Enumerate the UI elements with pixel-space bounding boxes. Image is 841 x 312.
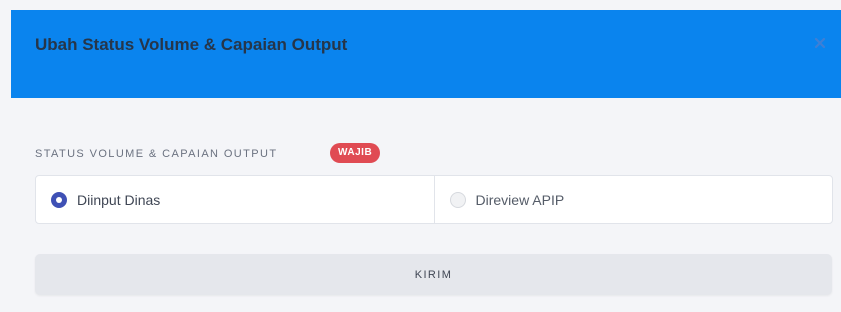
modal-dialog: Ubah Status Volume & Capaian Output STAT… xyxy=(11,10,841,312)
radio-checked-icon[interactable] xyxy=(51,191,67,208)
modal-body: STATUS VOLUME & CAPAIAN OUTPUT WAJIB Dii… xyxy=(11,98,841,312)
modal-header: Ubah Status Volume & Capaian Output xyxy=(11,10,841,98)
radio-option-diinput-dinas[interactable]: Diinput Dinas xyxy=(36,176,434,223)
field-label: STATUS VOLUME & CAPAIAN OUTPUT xyxy=(35,148,278,160)
close-button[interactable] xyxy=(811,34,829,52)
radio-label: Direview APIP xyxy=(475,191,565,208)
submit-button[interactable]: KIRIM xyxy=(35,254,832,295)
radio-unchecked-icon[interactable] xyxy=(449,191,466,208)
radio-option-direview-apip[interactable]: Direview APIP xyxy=(433,176,833,223)
required-badge: WAJIB xyxy=(330,143,381,163)
radio-label: Diinput Dinas xyxy=(77,191,161,208)
modal-title: Ubah Status Volume & Capaian Output xyxy=(35,35,348,54)
close-icon xyxy=(814,37,826,49)
status-radio-group: Diinput Dinas Direview APIP xyxy=(35,175,833,224)
